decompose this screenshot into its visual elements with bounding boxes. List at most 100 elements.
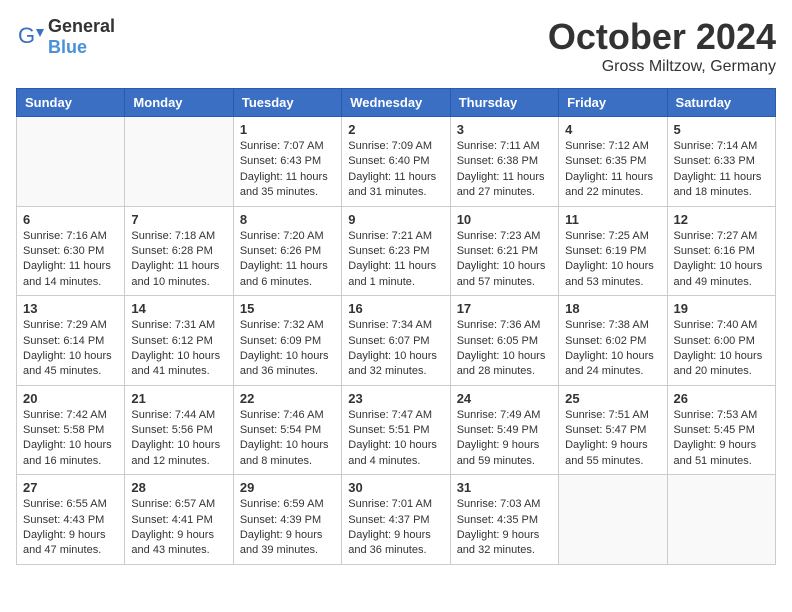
logo-general: General: [48, 16, 115, 36]
day-number: 24: [457, 391, 552, 406]
calendar-cell: 31 Sunrise: 7:03 AM Sunset: 4:35 PM Dayli…: [450, 475, 558, 565]
day-number: 9: [348, 212, 443, 227]
day-number: 4: [565, 122, 660, 137]
calendar-cell: 29 Sunrise: 6:59 AM Sunset: 4:39 PM Dayli…: [233, 475, 341, 565]
logo-icon: G: [16, 23, 44, 51]
calendar-cell: 23Sunrise: 7:47 AM Sunset: 5:51 PM Dayli…: [342, 385, 450, 475]
day-info: Sunrise: 7:14 AM Sunset: 6:33 PM Dayligh…: [674, 139, 769, 201]
week-row-3: 13 Sunrise: 7:29 AM Sunset: 6:14 PM Dayli…: [17, 296, 776, 386]
calendar-cell: 21 Sunrise: 7:44 AM Sunset: 5:56 PM Dayli…: [125, 385, 233, 475]
day-number: 2: [348, 122, 443, 137]
calendar-cell: [125, 117, 233, 207]
day-number: 8: [240, 212, 335, 227]
day-number: 19: [674, 301, 769, 316]
calendar-cell: [667, 475, 775, 565]
day-info: Sunrise: 7:29 AM Sunset: 6:14 PM Dayligh…: [23, 318, 118, 380]
logo-blue: Blue: [48, 37, 87, 57]
day-info: Sunrise: 7:46 AM Sunset: 5:54 PM Dayligh…: [240, 408, 335, 470]
day-header-thursday: Thursday: [450, 89, 558, 117]
day-info: Sunrise: 7:53 AM Sunset: 5:45 PM Dayligh…: [674, 408, 769, 470]
calendar-cell: [559, 475, 667, 565]
day-info: Sunrise: 7:16 AM Sunset: 6:30 PM Dayligh…: [23, 229, 118, 291]
calendar-cell: 6 Sunrise: 7:16 AM Sunset: 6:30 PM Daylig…: [17, 206, 125, 296]
day-info: Sunrise: 7:23 AM Sunset: 6:21 PM Dayligh…: [457, 229, 552, 291]
title-block: October 2024 Gross Miltzow, Germany: [548, 16, 776, 76]
svg-text:G: G: [18, 23, 35, 48]
day-number: 6: [23, 212, 118, 227]
day-number: 26: [674, 391, 769, 406]
day-number: 17: [457, 301, 552, 316]
day-info: Sunrise: 7:49 AM Sunset: 5:49 PM Dayligh…: [457, 408, 552, 470]
day-number: 29: [240, 480, 335, 495]
day-info: Sunrise: 7:03 AM Sunset: 4:35 PM Dayligh…: [457, 497, 552, 559]
day-number: 27: [23, 480, 118, 495]
calendar-cell: 9 Sunrise: 7:21 AM Sunset: 6:23 PM Daylig…: [342, 206, 450, 296]
day-info: Sunrise: 7:21 AM Sunset: 6:23 PM Dayligh…: [348, 229, 443, 291]
day-info: Sunrise: 7:34 AM Sunset: 6:07 PM Dayligh…: [348, 318, 443, 380]
day-info: Sunrise: 7:27 AM Sunset: 6:16 PM Dayligh…: [674, 229, 769, 291]
calendar-cell: 26 Sunrise: 7:53 AM Sunset: 5:45 PM Dayli…: [667, 385, 775, 475]
calendar-cell: 12 Sunrise: 7:27 AM Sunset: 6:16 PM Dayli…: [667, 206, 775, 296]
day-number: 21: [131, 391, 226, 406]
calendar-cell: 8 Sunrise: 7:20 AM Sunset: 6:26 PM Daylig…: [233, 206, 341, 296]
day-number: 1: [240, 122, 335, 137]
calendar-cell: 20Sunrise: 7:42 AM Sunset: 5:58 PM Dayli…: [17, 385, 125, 475]
day-header-tuesday: Tuesday: [233, 89, 341, 117]
day-number: 16: [348, 301, 443, 316]
calendar-cell: 2 Sunrise: 7:09 AM Sunset: 6:40 PM Daylig…: [342, 117, 450, 207]
day-number: 12: [674, 212, 769, 227]
week-row-5: 27 Sunrise: 6:55 AM Sunset: 4:43 PM Dayli…: [17, 475, 776, 565]
day-number: 11: [565, 212, 660, 227]
day-number: 22: [240, 391, 335, 406]
calendar-header-row: SundayMondayTuesdayWednesdayThursdayFrid…: [17, 89, 776, 117]
calendar-cell: 27 Sunrise: 6:55 AM Sunset: 4:43 PM Dayli…: [17, 475, 125, 565]
calendar-cell: 11 Sunrise: 7:25 AM Sunset: 6:19 PM Dayli…: [559, 206, 667, 296]
calendar-cell: 22 Sunrise: 7:46 AM Sunset: 5:54 PM Dayli…: [233, 385, 341, 475]
week-row-4: 20Sunrise: 7:42 AM Sunset: 5:58 PM Dayli…: [17, 385, 776, 475]
day-info: Sunrise: 7:11 AM Sunset: 6:38 PM Dayligh…: [457, 139, 552, 201]
day-info: Sunrise: 7:12 AM Sunset: 6:35 PM Dayligh…: [565, 139, 660, 201]
day-info: Sunrise: 7:31 AM Sunset: 6:12 PM Dayligh…: [131, 318, 226, 380]
calendar-cell: 13 Sunrise: 7:29 AM Sunset: 6:14 PM Dayli…: [17, 296, 125, 386]
day-number: 14: [131, 301, 226, 316]
day-header-sunday: Sunday: [17, 89, 125, 117]
day-info: Sunrise: 7:25 AM Sunset: 6:19 PM Dayligh…: [565, 229, 660, 291]
calendar-cell: 5 Sunrise: 7:14 AM Sunset: 6:33 PM Daylig…: [667, 117, 775, 207]
month-title: October 2024: [548, 16, 776, 58]
logo: G General Blue: [16, 16, 115, 58]
day-info: Sunrise: 6:55 AM Sunset: 4:43 PM Dayligh…: [23, 497, 118, 559]
day-info: Sunrise: 7:42 AM Sunset: 5:58 PM Dayligh…: [23, 408, 118, 470]
day-number: 5: [674, 122, 769, 137]
calendar-cell: 18 Sunrise: 7:38 AM Sunset: 6:02 PM Dayli…: [559, 296, 667, 386]
calendar-cell: 4 Sunrise: 7:12 AM Sunset: 6:35 PM Daylig…: [559, 117, 667, 207]
day-info: Sunrise: 7:20 AM Sunset: 6:26 PM Dayligh…: [240, 229, 335, 291]
calendar-cell: 1 Sunrise: 7:07 AM Sunset: 6:43 PM Daylig…: [233, 117, 341, 207]
day-number: 3: [457, 122, 552, 137]
calendar-cell: 28Sunrise: 6:57 AM Sunset: 4:41 PM Dayli…: [125, 475, 233, 565]
day-number: 18: [565, 301, 660, 316]
day-info: Sunrise: 6:57 AM Sunset: 4:41 PM Dayligh…: [131, 497, 226, 559]
calendar-cell: 25Sunrise: 7:51 AM Sunset: 5:47 PM Dayli…: [559, 385, 667, 475]
day-number: 25: [565, 391, 660, 406]
calendar-cell: 14 Sunrise: 7:31 AM Sunset: 6:12 PM Dayli…: [125, 296, 233, 386]
calendar-cell: 17Sunrise: 7:36 AM Sunset: 6:05 PM Dayli…: [450, 296, 558, 386]
week-row-1: 1 Sunrise: 7:07 AM Sunset: 6:43 PM Daylig…: [17, 117, 776, 207]
calendar-cell: 3 Sunrise: 7:11 AM Sunset: 6:38 PM Daylig…: [450, 117, 558, 207]
logo-text: General Blue: [48, 16, 115, 58]
day-info: Sunrise: 6:59 AM Sunset: 4:39 PM Dayligh…: [240, 497, 335, 559]
day-number: 13: [23, 301, 118, 316]
day-number: 30: [348, 480, 443, 495]
day-number: 31: [457, 480, 552, 495]
page-header: G General Blue October 2024 Gross Miltzo…: [16, 16, 776, 76]
day-header-friday: Friday: [559, 89, 667, 117]
day-info: Sunrise: 7:09 AM Sunset: 6:40 PM Dayligh…: [348, 139, 443, 201]
day-info: Sunrise: 7:38 AM Sunset: 6:02 PM Dayligh…: [565, 318, 660, 380]
day-info: Sunrise: 7:44 AM Sunset: 5:56 PM Dayligh…: [131, 408, 226, 470]
calendar-cell: 30Sunrise: 7:01 AM Sunset: 4:37 PM Dayli…: [342, 475, 450, 565]
calendar-cell: 10Sunrise: 7:23 AM Sunset: 6:21 PM Dayli…: [450, 206, 558, 296]
calendar-body: 1 Sunrise: 7:07 AM Sunset: 6:43 PM Daylig…: [17, 117, 776, 565]
calendar-cell: 16 Sunrise: 7:34 AM Sunset: 6:07 PM Dayli…: [342, 296, 450, 386]
day-info: Sunrise: 7:07 AM Sunset: 6:43 PM Dayligh…: [240, 139, 335, 201]
day-number: 23: [348, 391, 443, 406]
calendar-cell: 15Sunrise: 7:32 AM Sunset: 6:09 PM Dayli…: [233, 296, 341, 386]
